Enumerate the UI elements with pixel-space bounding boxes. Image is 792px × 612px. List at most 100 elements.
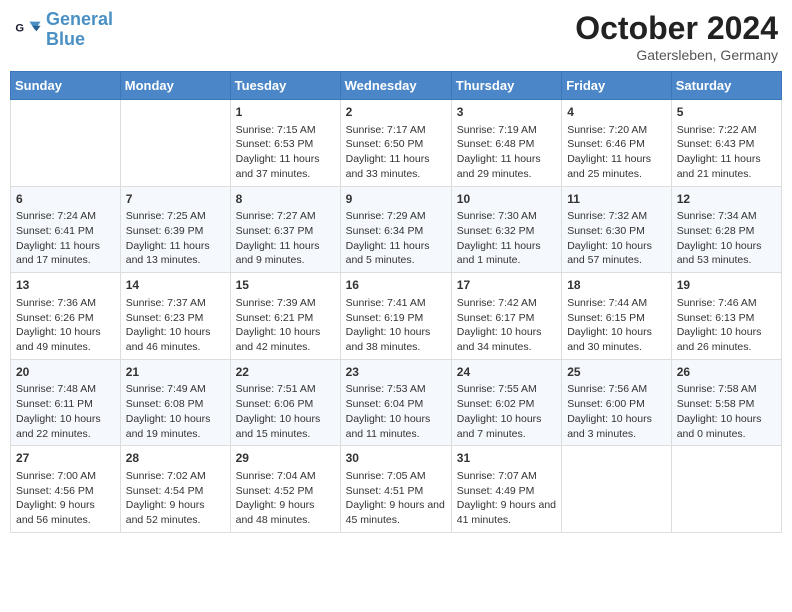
calendar-day-13: 13Sunrise: 7:36 AMSunset: 6:26 PMDayligh… xyxy=(11,273,121,360)
day-info-line: Sunrise: 7:44 AM xyxy=(567,296,666,311)
day-info-line: Sunset: 4:52 PM xyxy=(236,484,335,499)
day-number: 30 xyxy=(346,450,446,467)
calendar-header-row: SundayMondayTuesdayWednesdayThursdayFrid… xyxy=(11,72,782,100)
day-number: 3 xyxy=(457,104,556,121)
day-info-line: Sunset: 6:39 PM xyxy=(126,224,225,239)
day-info-line: Sunrise: 7:49 AM xyxy=(126,382,225,397)
day-number: 25 xyxy=(567,364,666,381)
day-number: 13 xyxy=(16,277,115,294)
day-info-line: Sunrise: 7:25 AM xyxy=(126,209,225,224)
day-info-line: Sunset: 6:23 PM xyxy=(126,311,225,326)
day-number: 31 xyxy=(457,450,556,467)
location: Gatersleben, Germany xyxy=(575,47,778,63)
day-number: 9 xyxy=(346,191,446,208)
day-info-line: Daylight: 10 hours and 3 minutes. xyxy=(567,412,666,441)
day-info-line: Sunset: 6:43 PM xyxy=(677,137,776,152)
day-info-line: Sunset: 6:41 PM xyxy=(16,224,115,239)
day-number: 6 xyxy=(16,191,115,208)
calendar-day-25: 25Sunrise: 7:56 AMSunset: 6:00 PMDayligh… xyxy=(562,359,672,446)
day-info-line: Daylight: 10 hours and 0 minutes. xyxy=(677,412,776,441)
day-header-friday: Friday xyxy=(562,72,672,100)
calendar-day-23: 23Sunrise: 7:53 AMSunset: 6:04 PMDayligh… xyxy=(340,359,451,446)
day-info-line: Sunrise: 7:48 AM xyxy=(16,382,115,397)
svg-text:G: G xyxy=(15,22,24,34)
day-info-line: Sunset: 6:02 PM xyxy=(457,397,556,412)
calendar-empty-cell xyxy=(562,446,672,533)
day-info-line: Daylight: 9 hours and 52 minutes. xyxy=(126,498,225,527)
day-info-line: Daylight: 10 hours and 49 minutes. xyxy=(16,325,115,354)
day-info-line: Sunrise: 7:24 AM xyxy=(16,209,115,224)
day-info-line: Daylight: 10 hours and 15 minutes. xyxy=(236,412,335,441)
day-info-line: Sunset: 6:28 PM xyxy=(677,224,776,239)
day-info-line: Sunset: 6:04 PM xyxy=(346,397,446,412)
day-info-line: Daylight: 11 hours and 29 minutes. xyxy=(457,152,556,181)
day-info-line: Sunset: 6:37 PM xyxy=(236,224,335,239)
day-number: 20 xyxy=(16,364,115,381)
day-info-line: Sunrise: 7:05 AM xyxy=(346,469,446,484)
day-info-line: Sunset: 6:30 PM xyxy=(567,224,666,239)
day-info-line: Sunrise: 7:34 AM xyxy=(677,209,776,224)
day-info-line: Sunrise: 7:17 AM xyxy=(346,123,446,138)
day-info-line: Sunset: 6:21 PM xyxy=(236,311,335,326)
day-number: 10 xyxy=(457,191,556,208)
calendar-day-19: 19Sunrise: 7:46 AMSunset: 6:13 PMDayligh… xyxy=(671,273,781,360)
day-info-line: Sunrise: 7:07 AM xyxy=(457,469,556,484)
day-number: 18 xyxy=(567,277,666,294)
day-number: 27 xyxy=(16,450,115,467)
calendar-day-9: 9Sunrise: 7:29 AMSunset: 6:34 PMDaylight… xyxy=(340,186,451,273)
day-number: 22 xyxy=(236,364,335,381)
day-number: 21 xyxy=(126,364,225,381)
day-info-line: Sunset: 5:58 PM xyxy=(677,397,776,412)
day-info-line: Sunrise: 7:55 AM xyxy=(457,382,556,397)
day-info-line: Sunrise: 7:51 AM xyxy=(236,382,335,397)
calendar-day-16: 16Sunrise: 7:41 AMSunset: 6:19 PMDayligh… xyxy=(340,273,451,360)
page-header: G General Blue October 2024 Gatersleben,… xyxy=(10,10,782,63)
calendar-day-2: 2Sunrise: 7:17 AMSunset: 6:50 PMDaylight… xyxy=(340,100,451,187)
day-info-line: Daylight: 10 hours and 7 minutes. xyxy=(457,412,556,441)
day-number: 19 xyxy=(677,277,776,294)
calendar-week-row: 13Sunrise: 7:36 AMSunset: 6:26 PMDayligh… xyxy=(11,273,782,360)
day-header-thursday: Thursday xyxy=(451,72,561,100)
day-info-line: Sunset: 4:54 PM xyxy=(126,484,225,499)
day-number: 29 xyxy=(236,450,335,467)
day-info-line: Sunrise: 7:29 AM xyxy=(346,209,446,224)
day-info-line: Sunset: 6:00 PM xyxy=(567,397,666,412)
day-header-saturday: Saturday xyxy=(671,72,781,100)
calendar-day-14: 14Sunrise: 7:37 AMSunset: 6:23 PMDayligh… xyxy=(120,273,230,360)
day-info-line: Sunset: 6:13 PM xyxy=(677,311,776,326)
day-info-line: Sunset: 6:06 PM xyxy=(236,397,335,412)
day-header-wednesday: Wednesday xyxy=(340,72,451,100)
day-info-line: Sunrise: 7:42 AM xyxy=(457,296,556,311)
day-info-line: Sunrise: 7:37 AM xyxy=(126,296,225,311)
calendar-week-row: 6Sunrise: 7:24 AMSunset: 6:41 PMDaylight… xyxy=(11,186,782,273)
day-info-line: Daylight: 9 hours and 41 minutes. xyxy=(457,498,556,527)
day-number: 17 xyxy=(457,277,556,294)
day-info-line: Daylight: 11 hours and 37 minutes. xyxy=(236,152,335,181)
calendar-day-7: 7Sunrise: 7:25 AMSunset: 6:39 PMDaylight… xyxy=(120,186,230,273)
day-number: 26 xyxy=(677,364,776,381)
day-info-line: Daylight: 10 hours and 19 minutes. xyxy=(126,412,225,441)
calendar-day-3: 3Sunrise: 7:19 AMSunset: 6:48 PMDaylight… xyxy=(451,100,561,187)
day-number: 2 xyxy=(346,104,446,121)
day-info-line: Sunset: 6:08 PM xyxy=(126,397,225,412)
day-info-line: Daylight: 10 hours and 11 minutes. xyxy=(346,412,446,441)
day-info-line: Daylight: 10 hours and 30 minutes. xyxy=(567,325,666,354)
day-info-line: Daylight: 11 hours and 17 minutes. xyxy=(16,239,115,268)
day-info-line: Daylight: 10 hours and 22 minutes. xyxy=(16,412,115,441)
day-info-line: Sunrise: 7:32 AM xyxy=(567,209,666,224)
day-info-line: Sunrise: 7:22 AM xyxy=(677,123,776,138)
day-info-line: Sunset: 4:56 PM xyxy=(16,484,115,499)
calendar-week-row: 27Sunrise: 7:00 AMSunset: 4:56 PMDayligh… xyxy=(11,446,782,533)
calendar-empty-cell xyxy=(11,100,121,187)
logo-text: General Blue xyxy=(46,10,113,50)
calendar-day-5: 5Sunrise: 7:22 AMSunset: 6:43 PMDaylight… xyxy=(671,100,781,187)
day-header-sunday: Sunday xyxy=(11,72,121,100)
calendar-day-6: 6Sunrise: 7:24 AMSunset: 6:41 PMDaylight… xyxy=(11,186,121,273)
day-number: 28 xyxy=(126,450,225,467)
calendar-day-21: 21Sunrise: 7:49 AMSunset: 6:08 PMDayligh… xyxy=(120,359,230,446)
day-number: 24 xyxy=(457,364,556,381)
day-info-line: Sunrise: 7:15 AM xyxy=(236,123,335,138)
day-info-line: Sunset: 6:46 PM xyxy=(567,137,666,152)
day-info-line: Daylight: 11 hours and 25 minutes. xyxy=(567,152,666,181)
calendar-day-29: 29Sunrise: 7:04 AMSunset: 4:52 PMDayligh… xyxy=(230,446,340,533)
